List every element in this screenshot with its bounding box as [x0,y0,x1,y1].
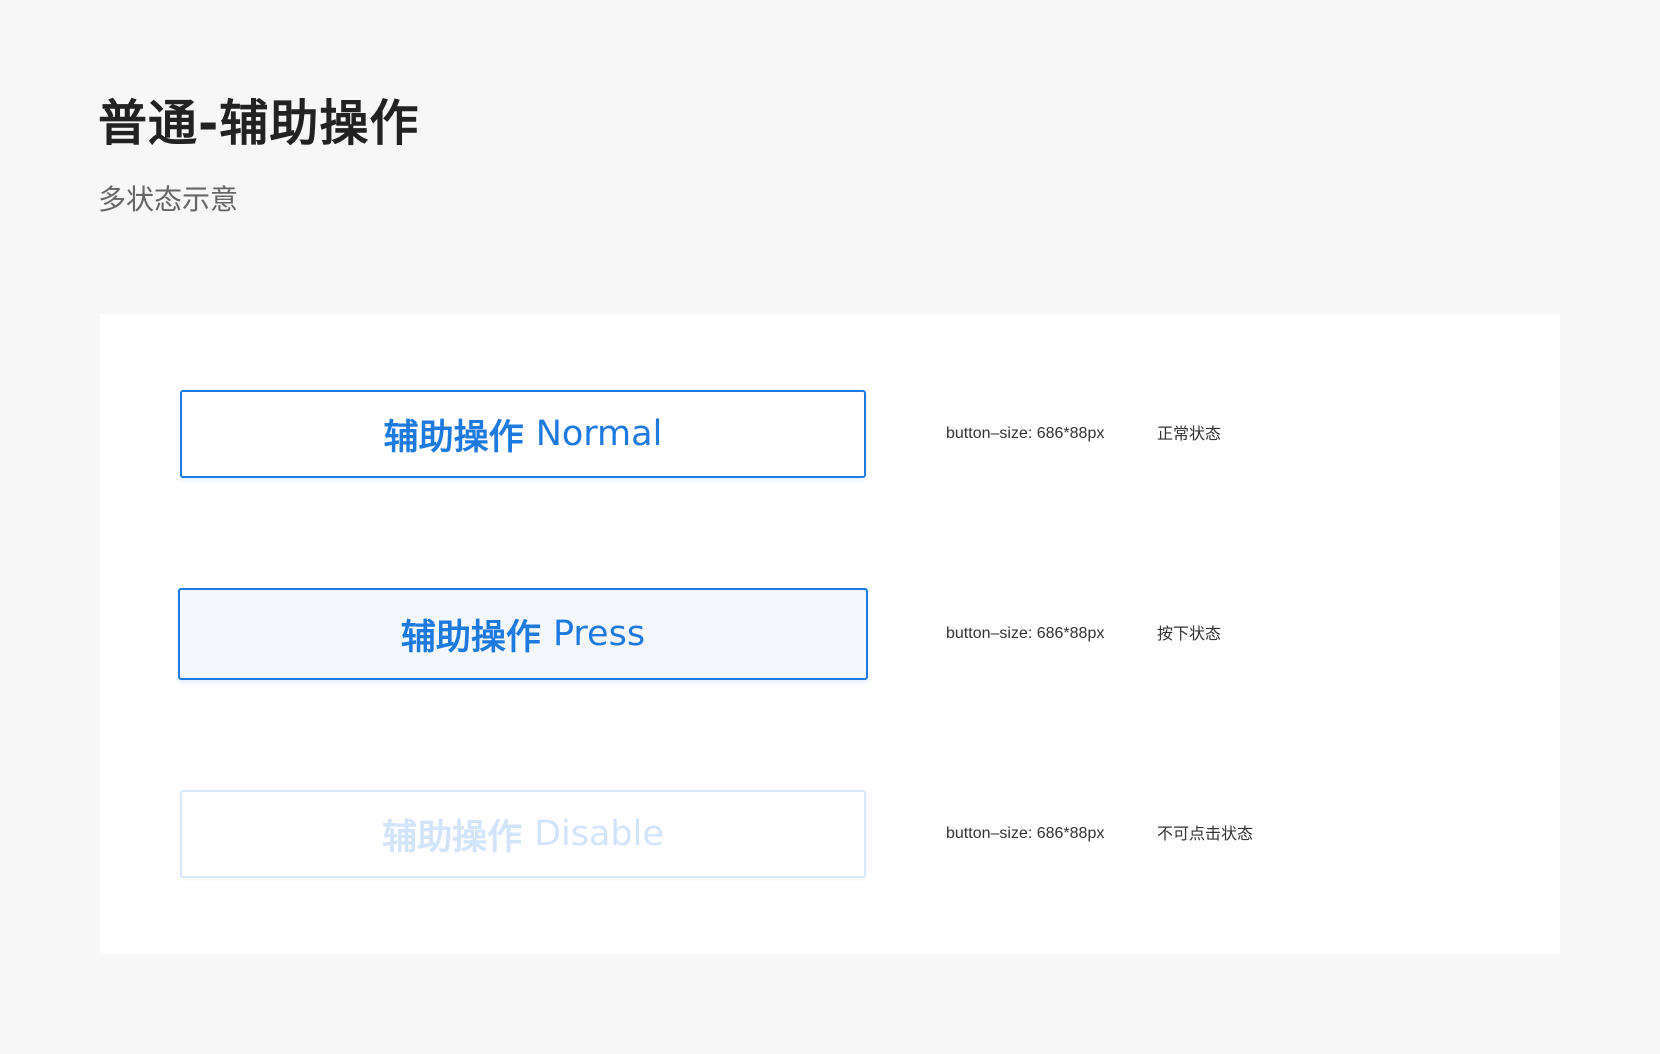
normal-state-button[interactable]: 辅助操作 Normal [180,390,866,478]
state-label-normal: 正常状态 [1157,424,1222,443]
button-size-spec: button–size: 686*88px [946,825,1105,842]
press-state-button[interactable]: 辅助操作 Press [178,588,868,680]
button-label-en: Normal [535,414,663,454]
button-size-spec: button–size: 686*88px [946,625,1105,642]
demo-panel: 辅助操作 Normal button–size: 686*88px 正常状态 辅助… [100,314,1560,954]
button-label-en: Disable [534,814,664,854]
state-label-press: 按下状态 [1157,624,1222,643]
button-label-zh: 辅助操作 [383,417,524,458]
disabled-state-button: 辅助操作 Disable [180,790,866,878]
button-label-en: Press [552,614,646,654]
state-label-disable: 不可点击状态 [1157,824,1254,843]
button-label-zh: 辅助操作 [382,817,523,858]
button-size-spec: button–size: 686*88px [946,425,1105,442]
page-title: 普通-辅助操作 [98,95,420,152]
page-subtitle: 多状态示意 [98,183,239,216]
button-label-zh: 辅助操作 [400,617,541,658]
